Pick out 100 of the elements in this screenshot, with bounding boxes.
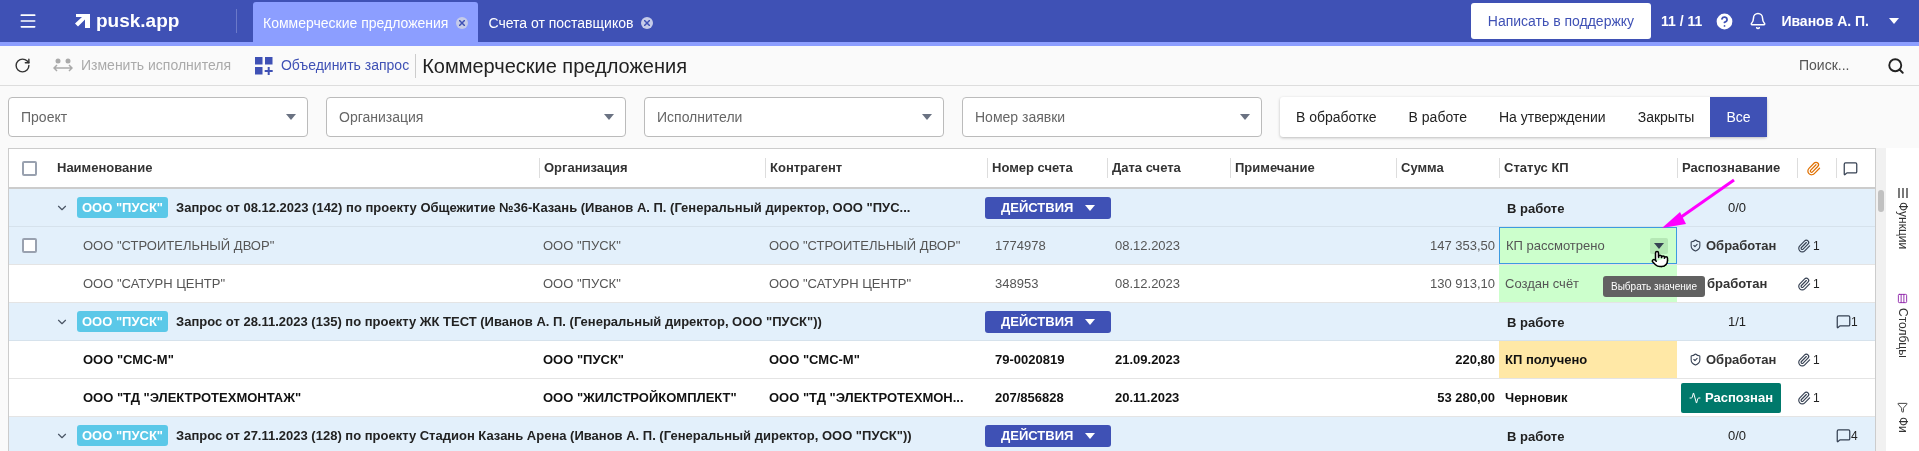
status-cell[interactable]: КП получено: [1499, 341, 1677, 378]
search-icon[interactable]: [1887, 56, 1905, 75]
organization-tag: ООО "ПУСК": [77, 196, 169, 219]
actions-button[interactable]: ДЕЙСТВИЯ: [985, 310, 1112, 333]
counterparty-cell-text: ООО "СТРОИТЕЛЬНЫЙ ДВОР": [769, 236, 961, 255]
status-filter-tab[interactable]: Все: [1710, 97, 1767, 137]
request-title: Запрос от 08.12.2023 (142) по проекту Общежитие №36-Казань (Иванов А. П. (Генеральный директор, ООО "ПУС...: [176, 198, 911, 217]
filter-dropdown[interactable]: Проект: [8, 97, 308, 137]
status-cell[interactable]: Черновик: [1499, 379, 1677, 416]
comment-count: 1: [1851, 313, 1858, 331]
shield-icon: [1689, 353, 1702, 366]
help-icon[interactable]: [1714, 10, 1736, 32]
tooltip: Выбрать значение: [1603, 276, 1705, 297]
name-cell-text: ООО "САТУРН ЦЕНТР": [83, 274, 226, 293]
column-header[interactable]: Наименование: [57, 158, 153, 178]
caret-icon: [1085, 318, 1096, 325]
checkbox[interactable]: [21, 238, 37, 253]
name-cell-text: ООО "СТРОИТЕЛЬНЫЙ ДВОР": [83, 236, 275, 255]
caret-icon: [1654, 242, 1664, 249]
sum-cell-text: 147 353,50: [1429, 236, 1495, 255]
refresh-icon[interactable]: [14, 57, 31, 74]
logo-text: pusk.app: [96, 8, 180, 33]
close-icon[interactable]: [456, 17, 469, 29]
sum-cell-text: 130 913,10: [1429, 274, 1495, 293]
caret-icon: [604, 114, 614, 120]
columns-icon: [1897, 293, 1908, 305]
date-cell-text: 08.12.2023: [1115, 236, 1181, 255]
request-title: Запрос от 27.11.2023 (128) по проекту Стадион Казань Арена (Иванов А. П. (Генеральный директор, ООО "ПУСК")): [176, 426, 912, 445]
tab[interactable]: Счета от поставщиков: [478, 2, 664, 44]
filter-dropdown[interactable]: Исполнители: [644, 97, 944, 137]
column-header[interactable]: Статус КП: [1504, 158, 1569, 178]
side-panel-tab[interactable]: Функции: [1893, 188, 1912, 250]
counter-text: 11 / 11: [1661, 11, 1703, 31]
table-row[interactable]: ООО "СМС-М" ООО "ПУСК" ООО "СМС-М" 79-0020819 21.09.2023 220,80 КП получено Обработан 1: [9, 341, 1875, 379]
status-text: В работе: [1507, 428, 1565, 444]
comment-count: 4: [1851, 427, 1858, 445]
counterparty-cell-text: ООО "САТУРН ЦЕНТР": [769, 274, 912, 293]
recognition-count: 1/1: [1727, 312, 1747, 331]
column-header[interactable]: Дата счета: [1112, 158, 1181, 178]
side-panel-tab[interactable]: Фи: [1893, 402, 1912, 433]
column-header[interactable]: Примечание: [1235, 158, 1315, 178]
logo-icon: [74, 12, 92, 30]
status-filter-tab[interactable]: В обработке: [1280, 97, 1393, 137]
column-header[interactable]: Организация: [544, 158, 628, 178]
status-filter-tab[interactable]: На утверждении: [1482, 97, 1622, 137]
column-header[interactable]: Номер счета: [992, 158, 1073, 178]
paperclip-icon: [1806, 160, 1821, 176]
close-icon[interactable]: [641, 17, 654, 29]
search-field[interactable]: Поиск...: [1799, 55, 1875, 76]
scrollbar-thumb[interactable]: [1878, 190, 1884, 212]
status-filter-tab[interactable]: Закрыты: [1621, 97, 1711, 137]
caret-icon: [922, 114, 932, 120]
attachment-count: 1: [1813, 389, 1820, 407]
caret-icon: [1085, 204, 1096, 211]
column-header[interactable]: Распознавание: [1682, 158, 1781, 178]
attachment-count: 1: [1813, 351, 1820, 369]
comment-icon: [1836, 314, 1851, 329]
recognized-button[interactable]: Распознан: [1681, 382, 1781, 413]
recognition-count: 0/0: [1727, 426, 1747, 445]
date-cell-text: 20.11.2023: [1115, 388, 1180, 407]
table-row[interactable]: ООО "СТРОИТЕЛЬНЫЙ ДВОР" ООО "ПУСК" ООО "СТРОИТЕЛЬНЫЙ ДВОР" 1774978 08.12.2023 147 353,50 КП рассмотрено Обработан 1: [9, 227, 1875, 265]
notification-icon[interactable]: [1749, 12, 1768, 30]
paperclip-icon: [1797, 238, 1811, 253]
counterparty-cell-text: ООО "ТД "ЭЛЕКТРОТЕХМОН...: [769, 388, 964, 407]
caret-icon: [286, 114, 296, 120]
invoice-cell-text: 348953: [995, 274, 1039, 293]
caret-icon: [1085, 432, 1096, 439]
invoice-cell-text: 207/856828: [995, 388, 1064, 407]
pulse-icon: [1689, 391, 1701, 404]
column-header[interactable]: Сумма: [1401, 158, 1444, 178]
paperclip-icon: [1797, 276, 1811, 291]
comment-icon: [1843, 160, 1858, 176]
status-filter-tab[interactable]: В работе: [1392, 97, 1483, 137]
name-cell-text: ООО "СМС-М": [83, 350, 174, 369]
support-button[interactable]: Написать в поддержку: [1470, 3, 1652, 39]
column-header[interactable]: Контрагент: [770, 158, 843, 178]
actions-button[interactable]: ДЕЙСТВИЯ: [985, 196, 1112, 219]
grid-plus-icon: [254, 56, 273, 75]
hand-cursor-icon: [1651, 250, 1669, 268]
date-cell-text: 08.12.2023: [1115, 274, 1181, 293]
paperclip-icon: [1797, 390, 1811, 405]
organization-cell-text: ООО "ПУСК": [543, 236, 621, 255]
date-cell-text: 21.09.2023: [1115, 350, 1181, 369]
recognition-count: 0/0: [1727, 198, 1747, 217]
user-name[interactable]: Иванов А. П.: [1781, 10, 1869, 32]
dropdown-button[interactable]: [1650, 237, 1668, 254]
checkbox[interactable]: [21, 160, 37, 176]
filter-dropdown[interactable]: Организация: [326, 97, 626, 137]
invoice-cell-text: 79-0020819: [995, 350, 1065, 369]
side-panel-tab[interactable]: Столбцы: [1893, 293, 1912, 359]
menu-icon[interactable]: [18, 11, 38, 31]
organization-tag: ООО "ПУСК": [77, 424, 169, 447]
status-cell[interactable]: КП рассмотрено: [1499, 227, 1677, 264]
actions-button[interactable]: ДЕЙСТВИЯ: [985, 424, 1112, 447]
recognition-status: бработан: [1707, 274, 1768, 293]
sum-cell-text: 220,80: [1455, 350, 1495, 369]
merge-request-button[interactable]: Объединить запрос: [254, 55, 410, 76]
organization-tag: ООО "ПУСК": [77, 310, 169, 333]
filter-dropdown[interactable]: Номер заявки: [962, 97, 1262, 137]
swap-users-icon: [53, 57, 73, 74]
